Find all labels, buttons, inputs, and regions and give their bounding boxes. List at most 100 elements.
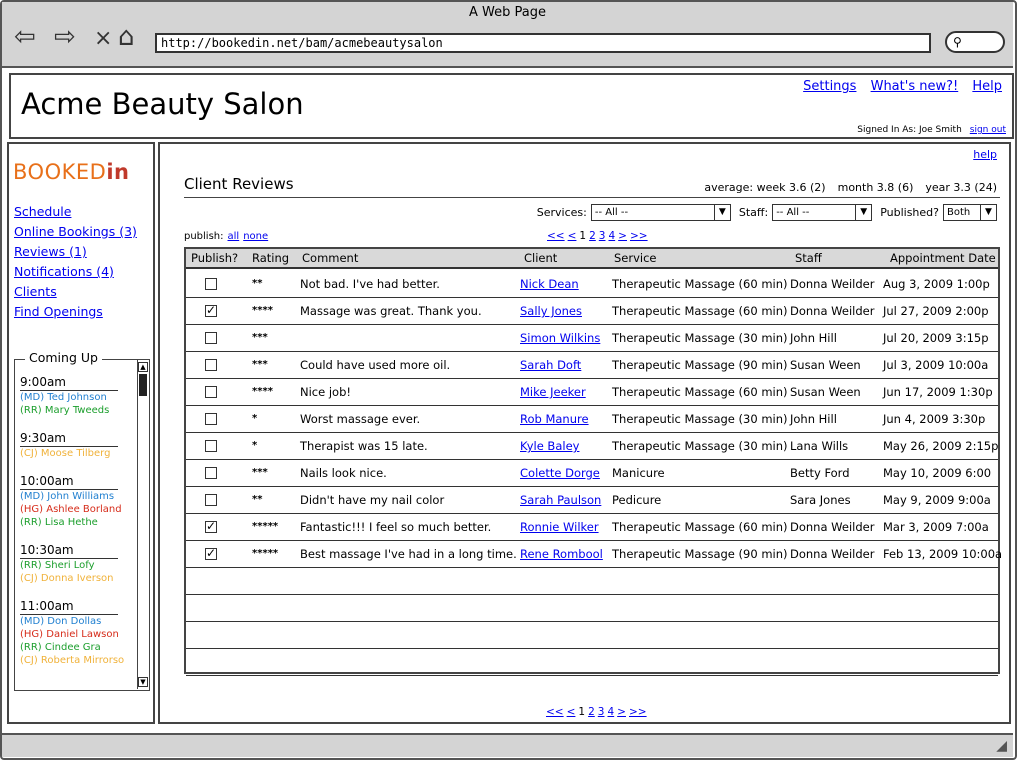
chevron-down-icon[interactable]: ▼ — [713, 205, 730, 220]
appointment-entry[interactable]: (RR) Cindee Gra — [20, 641, 132, 654]
help-link-main[interactable]: help — [973, 148, 997, 161]
col-appointment-date[interactable]: Appointment Date — [890, 249, 996, 267]
sidebar-item-clients[interactable]: Clients — [14, 284, 57, 299]
staff-select[interactable]: -- All -- ▼ — [772, 204, 873, 221]
cell-client[interactable]: Kyle Baley — [520, 433, 579, 459]
sidebar-item-online-bookings[interactable]: Online Bookings (3) — [14, 224, 137, 239]
cell-rating: ***** — [252, 548, 279, 559]
page-3-link[interactable]: 3 — [598, 706, 605, 718]
publish-checkbox[interactable] — [205, 413, 217, 425]
col-client[interactable]: Client — [524, 249, 557, 267]
services-select[interactable]: -- All -- ▼ — [590, 204, 731, 221]
chevron-down-icon[interactable]: ▼ — [980, 205, 996, 220]
publish-checkbox[interactable] — [205, 386, 217, 398]
browser-search-box[interactable]: ⚲ — [945, 31, 1005, 53]
cell-client[interactable]: Rob Manure — [520, 406, 589, 432]
appointment-entry[interactable]: (MD) John Williams — [20, 490, 132, 503]
stop-icon[interactable]: × — [94, 26, 112, 52]
publish-checkbox-checked[interactable]: ✓ — [205, 547, 217, 560]
whats-new-link[interactable]: What's new?! — [871, 79, 959, 94]
page-next-link[interactable]: > — [617, 706, 626, 718]
publish-checkbox[interactable] — [205, 278, 217, 290]
cell-client[interactable]: Sally Jones — [520, 298, 582, 324]
appointment-entry[interactable]: (RR) Lisa Hethe — [20, 516, 132, 529]
appointment-entry[interactable]: (CJ) Moose Tilberg — [20, 447, 132, 460]
scroll-thumb[interactable] — [139, 374, 147, 396]
appointment-entry[interactable]: (MD) Ted Johnson — [20, 391, 132, 404]
publish-checkbox-checked[interactable]: ✓ — [205, 520, 217, 533]
page-2-link[interactable]: 2 — [589, 230, 596, 242]
appointment-entry[interactable]: (HG) Ashlee Borland — [20, 503, 132, 516]
table-row: ✓ **** Massage was great. Thank you. Sally … — [186, 298, 998, 325]
publish-checkbox[interactable] — [205, 467, 217, 479]
sidebar-item-reviews[interactable]: Reviews (1) — [14, 244, 87, 259]
sidebar-item-schedule[interactable]: Schedule — [14, 204, 71, 219]
col-publish[interactable]: Publish? — [191, 249, 238, 267]
sidebar: BOOKEDin Schedule Online Bookings (3) Re… — [7, 142, 155, 724]
publish-checkbox[interactable] — [205, 440, 217, 452]
page-prev-link[interactable]: < — [567, 706, 576, 718]
publish-checkbox[interactable] — [205, 332, 217, 344]
appointment-entry[interactable]: (RR) Mary Tweeds — [20, 404, 132, 417]
average-week: average: week 3.6 (2) — [704, 181, 826, 194]
page-first-link[interactable]: << — [547, 230, 565, 242]
col-staff[interactable]: Staff — [795, 249, 822, 267]
scroll-down-arrow-icon[interactable]: ▼ — [138, 677, 148, 687]
appointment-entry[interactable]: (CJ) Roberta Mirrorso — [20, 654, 132, 667]
page-last-link[interactable]: >> — [629, 706, 647, 718]
publish-filter: publish: all none — [184, 231, 268, 242]
publish-all-link[interactable]: all — [228, 231, 240, 242]
sidebar-item-find-openings[interactable]: Find Openings — [14, 304, 103, 319]
cell-client[interactable]: Rene Rombool — [520, 541, 603, 567]
page-4-link[interactable]: 4 — [608, 230, 615, 242]
publish-checkbox-checked[interactable]: ✓ — [205, 304, 217, 317]
published-label: Published? — [880, 206, 939, 219]
page-next-link[interactable]: > — [618, 230, 627, 242]
appointment-entry[interactable]: (HG) Daniel Lawson — [20, 628, 132, 641]
cell-client[interactable]: Sarah Doft — [520, 352, 581, 378]
published-select[interactable]: Both ▼ — [943, 204, 997, 221]
sidebar-item-notifications[interactable]: Notifications (4) — [14, 264, 114, 279]
cell-client[interactable]: Mike Jeeker — [520, 379, 586, 405]
help-link[interactable]: Help — [972, 79, 1002, 94]
settings-link[interactable]: Settings — [803, 79, 856, 94]
chevron-down-icon[interactable]: ▼ — [855, 205, 871, 220]
page-prev-link[interactable]: < — [568, 230, 577, 242]
cell-client[interactable]: Colette Dorge — [520, 460, 600, 486]
back-arrow-icon[interactable]: ⇦ — [14, 24, 36, 50]
scroll-up-arrow-icon[interactable]: ▲ — [138, 362, 148, 372]
publish-checkbox[interactable] — [205, 359, 217, 371]
page-3-link[interactable]: 3 — [599, 230, 606, 242]
table-row: * Therapist was 15 late. Kyle Baley Therape… — [186, 433, 998, 460]
coming-up-title: Coming Up — [25, 350, 102, 365]
col-comment[interactable]: Comment — [302, 249, 358, 267]
cell-client[interactable]: Ronnie Wilker — [520, 514, 599, 540]
publish-checkbox[interactable] — [205, 494, 217, 506]
sign-out-link[interactable]: sign out — [970, 125, 1006, 135]
page-2-link[interactable]: 2 — [588, 706, 595, 718]
appointment-entry[interactable]: (RR) Sheri Lofy — [20, 559, 132, 572]
page-first-link[interactable]: << — [546, 706, 564, 718]
cell-appointment-date: Jun 17, 2009 1:30p — [883, 385, 993, 399]
cell-client[interactable]: Simon Wilkins — [520, 325, 600, 351]
page-4-link[interactable]: 4 — [607, 706, 614, 718]
url-bar[interactable]: http://bookedin.net/bam/acmebeautysalon — [155, 33, 931, 53]
scrollbar[interactable]: ▲ ▼ — [137, 360, 149, 689]
publish-none-link[interactable]: none — [243, 231, 268, 242]
app-header: Acme Beauty Salon Settings What's new?! … — [9, 73, 1014, 139]
cell-comment: Fantastic!!! I feel so much better. — [300, 520, 492, 534]
appointment-entry[interactable]: (MD) Don Dollas — [20, 615, 132, 628]
col-rating[interactable]: Rating — [252, 249, 289, 267]
cell-client[interactable]: Sarah Paulson — [520, 487, 601, 513]
cell-client[interactable]: Nick Dean — [520, 271, 579, 297]
appointment-time: 10:30am — [20, 542, 118, 559]
resize-grip-icon[interactable]: ◢ — [996, 738, 1007, 754]
col-service[interactable]: Service — [614, 249, 657, 267]
page-last-link[interactable]: >> — [630, 230, 648, 242]
cell-staff: John Hill — [790, 331, 837, 345]
section-heading: Client Reviews — [184, 175, 294, 193]
search-icon[interactable]: ⚲ — [953, 35, 962, 49]
forward-arrow-icon[interactable]: ⇨ — [54, 24, 76, 50]
home-icon[interactable]: ⌂ — [118, 24, 135, 50]
appointment-entry[interactable]: (CJ) Donna Iverson — [20, 572, 132, 585]
